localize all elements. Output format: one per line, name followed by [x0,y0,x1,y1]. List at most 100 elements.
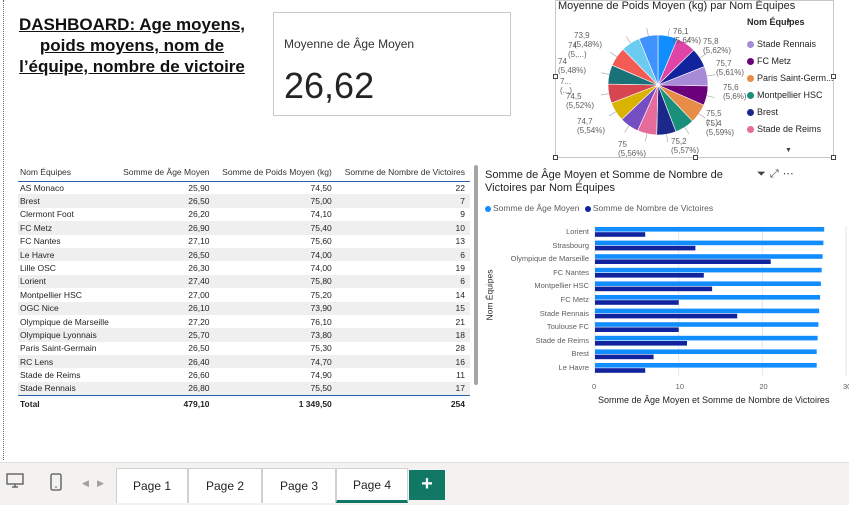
pie-legend-item[interactable]: Stade de Reims [747,124,821,134]
bar-nombre-victoires[interactable] [595,259,771,264]
pie-leader-line [666,134,669,143]
table-row[interactable]: AS Monaco 25,90 74,50 22 [18,181,470,194]
bar-age-moyen[interactable] [595,335,818,341]
bar-nombre-victoires[interactable] [595,300,679,305]
bar-nombre-victoires[interactable] [595,327,679,332]
table-cell: 6 [336,247,470,262]
bar-nombre-victoires[interactable] [595,341,687,346]
bar-age-moyen[interactable] [595,281,821,286]
legend-scroll-up-icon[interactable]: ▲ [785,17,792,24]
pie-legend-item[interactable]: Paris Saint-Germ... [747,73,834,83]
table-cell: Stade Rennais [18,381,116,396]
table-row[interactable]: Stade Rennais 26,80 75,50 17 [18,381,470,396]
table-row[interactable]: Lille OSC 26,30 74,00 19 [18,261,470,274]
data-table[interactable]: Nom Équipes Somme de Âge Moyen Somme de … [18,163,473,415]
page-tab[interactable]: Page 4 [336,468,408,503]
table-row[interactable]: Clermont Foot 26,20 74,10 9 [18,208,470,221]
table-cell: 25,90 [188,182,210,193]
resize-handle[interactable] [831,74,836,79]
table-row[interactable]: Olympique Lyonnais 25,70 73,80 18 [18,328,470,342]
table-cell: 28 [455,343,465,354]
kpi-card[interactable]: Moyenne de Âge Moyen 26,62 [273,12,511,116]
table-cell: 7 [336,194,470,208]
legend-label: Stade de Reims [757,124,822,134]
desktop-layout-icon[interactable] [6,473,24,494]
canvas-border [3,0,4,460]
page-tab[interactable]: Page 2 [188,468,262,503]
add-page-button[interactable]: + [409,470,445,500]
table-cell: Le Havre [18,247,116,262]
table-cell: 26,40 [115,355,215,369]
table-cell: Brest [18,194,116,208]
column-header[interactable]: Nom Équipes [18,163,116,181]
table-scrollbar[interactable] [474,165,478,385]
table-row[interactable]: FC Nantes 27,10 75,60 13 [18,235,470,248]
bar-nombre-victoires[interactable] [595,313,738,319]
bar-nombre-victoires[interactable] [595,273,704,278]
bar-chart-visual[interactable]: Somme de Âge Moyen et Somme de Nombre de… [484,163,849,408]
table-cell: 26,60 [188,370,210,381]
previous-page-icon[interactable]: ◀ [82,478,89,489]
pie-data-label: 73,9 (5,48%) [574,31,603,49]
report-canvas: DASHBOARD: Age moyens, poids moyens, nom… [0,0,849,462]
pie-legend-item[interactable]: Montpellier HSC [747,90,823,100]
table-cell: 26,50 [115,194,215,208]
bar-age-moyen[interactable] [595,240,824,246]
bar-nombre-victoires[interactable] [595,354,654,360]
pie-chart-visual[interactable]: Moyenne de Poids Moyen (kg) par Nom Équi… [553,0,836,160]
bar-age-moyen[interactable] [595,254,823,259]
table-row[interactable]: Olympique de Marseille 27,20 76,10 21 [18,315,470,328]
page-tab-bar: ◀ ▶ Page 1 Page 2 Page 3 Page 4 + [0,462,849,505]
bar-age-moyen[interactable] [595,363,817,368]
column-header[interactable]: Somme de Nombre de Victoires [337,163,470,181]
table-cell: 11 [456,370,465,381]
table-row[interactable]: Paris Saint-Germain 26,50 75,30 28 [18,342,470,355]
bar-nombre-victoires[interactable] [595,245,696,251]
bar-nombre-victoires[interactable] [595,286,713,292]
bar-age-moyen[interactable] [595,295,821,300]
bar-nombre-victoires[interactable] [595,232,646,237]
pie-legend-item[interactable]: Brest [747,107,778,117]
bar-age-moyen[interactable] [595,267,822,273]
column-header[interactable]: Somme de Âge Moyen [116,163,215,181]
y-category-label: Stade de Reims [535,335,589,345]
legend-scroll-down-icon[interactable]: ▼ [785,147,792,154]
table-cell: 73,80 [214,328,337,342]
table-row[interactable]: FC Metz 26,90 75,40 10 [18,221,470,235]
next-page-icon[interactable]: ▶ [97,478,104,489]
bar-age-moyen[interactable] [595,349,817,354]
pie-legend-item[interactable]: Stade Rennais [747,39,816,49]
table-cell: 74,90 [310,370,332,381]
resize-handle[interactable] [693,155,698,160]
table-cell: 74,10 [310,209,332,220]
bar-age-moyen[interactable] [595,322,819,327]
y-category-label: FC Metz [560,295,589,304]
table-row[interactable]: Montpellier HSC 27,00 75,20 14 [18,288,470,301]
bar-age-moyen[interactable] [595,227,825,232]
table-row[interactable]: Brest 26,50 75,00 7 [18,194,470,208]
page-tab[interactable]: Page 3 [262,468,336,503]
table-row[interactable]: RC Lens 26,40 74,70 16 [18,355,470,369]
pie-leader-line [608,111,616,117]
bar-nombre-victoires[interactable] [595,368,646,373]
resize-handle[interactable] [553,74,558,79]
table-total-cell: 254 [336,394,470,412]
pie-legend-item[interactable]: FC Metz [747,56,791,66]
bar-age-moyen[interactable] [595,308,820,314]
table-cell: 75,40 [214,221,337,235]
table-cell: 25,70 [115,328,215,342]
resize-handle[interactable] [553,155,558,160]
table-row[interactable]: Le Havre 26,50 74,00 6 [18,247,470,262]
pie-leader-line [667,28,670,37]
dashboard-title: DASHBOARD: Age moyens, poids moyens, nom… [18,15,246,76]
table-row[interactable]: OGC Nice 26,10 73,90 15 [18,301,470,315]
table-cell: 16 [336,355,470,369]
table-row[interactable]: Lorient 27,40 75,80 6 [18,274,470,289]
table-row[interactable]: Stade de Reims 26,60 74,90 11 [18,368,470,381]
resize-handle[interactable] [831,155,836,160]
page-tab[interactable]: Page 1 [116,468,188,503]
column-header[interactable]: Somme de Poids Moyen (kg) [215,163,337,181]
table-cell: 27,10 [188,236,210,247]
table-cell: 74,70 [214,355,337,369]
mobile-layout-icon[interactable] [50,473,62,496]
